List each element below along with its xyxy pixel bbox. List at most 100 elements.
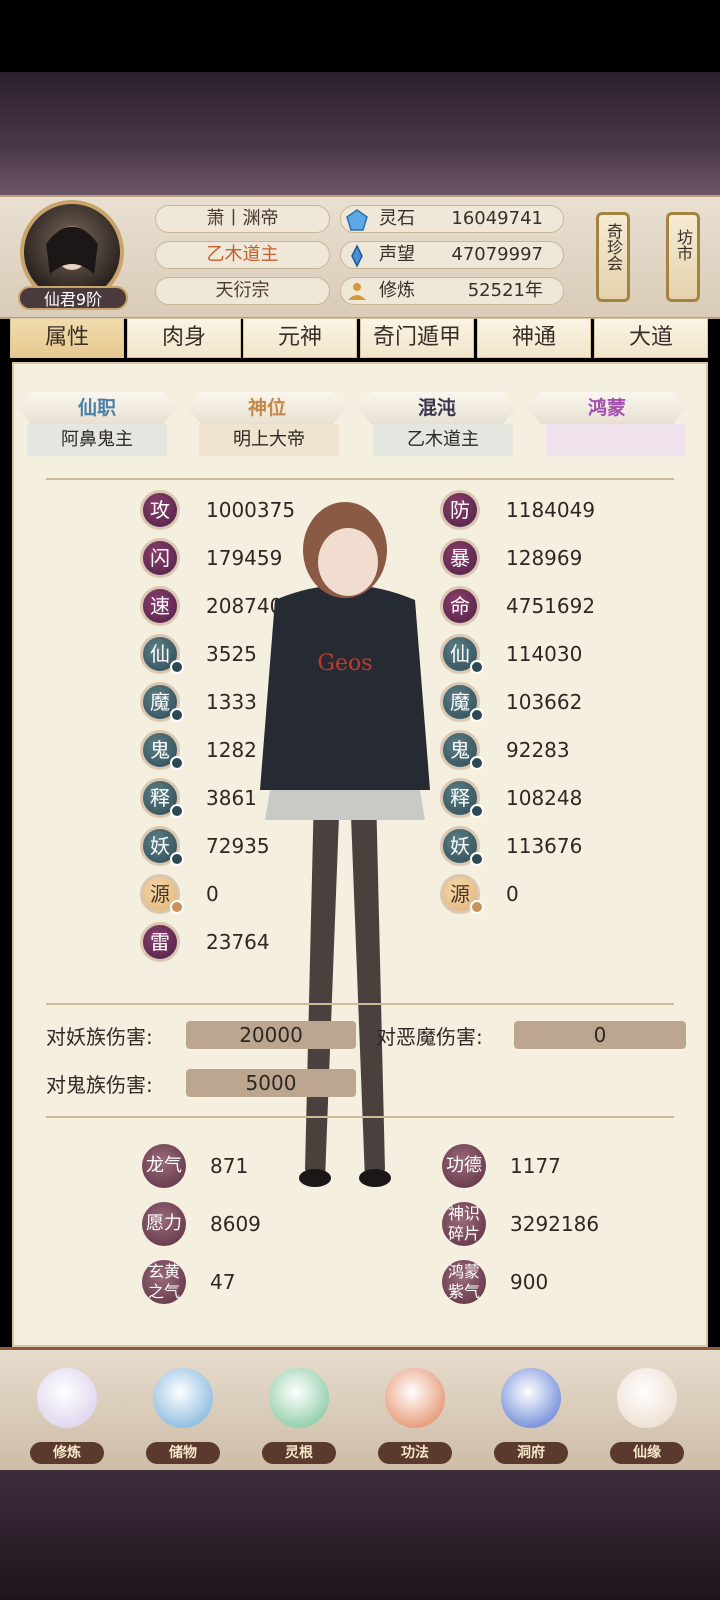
bottom-background: [0, 1470, 720, 1600]
market-button[interactable]: 坊市: [666, 212, 700, 302]
tab-body[interactable]: 肉身: [127, 318, 241, 358]
damage-vs-demon-race-label: 对妖族伤害:: [46, 1025, 153, 1049]
stat-subtype-icon: [470, 708, 484, 722]
nav-label: 仙缘: [610, 1442, 684, 1464]
stat-value: 108248: [506, 786, 583, 810]
stat-subtype-icon: [170, 660, 184, 674]
immortal-post-value: 阿鼻鬼主: [27, 424, 167, 456]
nav-cave-icon: [501, 1368, 561, 1428]
special-resource-icon[interactable]: 鸿蒙紫气: [442, 1260, 486, 1304]
divider: [46, 1116, 674, 1118]
nav-label: 洞府: [494, 1442, 568, 1464]
nav-cultivate-button[interactable]: 修炼: [22, 1368, 112, 1468]
damage-vs-devil-value: 0: [514, 1021, 686, 1049]
stat-subtype-icon: [470, 660, 484, 674]
stat-icon[interactable]: 速: [140, 586, 180, 626]
tab-spirit[interactable]: 元神: [243, 318, 357, 358]
resource-label: 修炼: [379, 280, 415, 301]
stat-subtype-icon: [470, 900, 484, 914]
stat-value: 114030: [506, 642, 583, 666]
rank-badge: 仙君9阶: [18, 286, 128, 310]
special-resource-value: 3292186: [510, 1212, 600, 1236]
stat-value: 0: [506, 882, 519, 906]
nav-techniques-button[interactable]: 功法: [370, 1368, 460, 1468]
special-resource-value: 47: [210, 1270, 236, 1294]
nav-storage-button[interactable]: 储物: [138, 1368, 228, 1468]
damage-vs-ghost-value: 5000: [186, 1069, 356, 1097]
divider: [46, 478, 674, 480]
rank-tab-label: 神位: [188, 392, 346, 424]
special-resource-icon[interactable]: 愿力: [142, 1202, 186, 1246]
stat-subtype-icon: [470, 756, 484, 770]
spirit-stone-icon: [346, 209, 368, 231]
divider: [46, 1003, 674, 1005]
cultivation-display[interactable]: 修炼 52521年: [340, 277, 564, 305]
character-figure: Geos: [260, 502, 430, 1187]
nav-spirit-root-icon: [269, 1368, 329, 1428]
stat-icon[interactable]: 攻: [140, 490, 180, 530]
stat-value: 1184049: [506, 498, 596, 522]
tab-qimen[interactable]: 奇门遁甲: [360, 318, 474, 358]
svg-text:Geos: Geos: [317, 651, 372, 676]
special-resource-icon[interactable]: 玄黄之气: [142, 1260, 186, 1304]
nav-cave-button[interactable]: 洞府: [486, 1368, 576, 1468]
treasure-auction-label: 奇珍会: [604, 223, 623, 271]
stat-icon[interactable]: 闪: [140, 538, 180, 578]
special-resource-value: 900: [510, 1270, 549, 1294]
nav-label: 修炼: [30, 1442, 104, 1464]
reputation-display[interactable]: 声望 47079997: [340, 241, 564, 269]
treasure-auction-button[interactable]: 奇珍会: [596, 212, 630, 302]
nav-label: 灵根: [262, 1442, 336, 1464]
nav-fate-icon: [617, 1368, 677, 1428]
stat-subtype-icon: [470, 804, 484, 818]
stat-value: 103662: [506, 690, 583, 714]
special-resource-icon[interactable]: 神识碎片: [442, 1202, 486, 1246]
nav-spirit-root-button[interactable]: 灵根: [254, 1368, 344, 1468]
stat-subtype-icon: [170, 900, 184, 914]
rank-tab-primordial[interactable]: 鸿蒙: [528, 392, 686, 424]
reputation-icon: [351, 244, 363, 268]
primordial-value: [546, 424, 686, 456]
god-position-value: 明上大帝: [199, 424, 339, 456]
tab-divine-powers[interactable]: 神通: [477, 318, 591, 358]
nav-fate-button[interactable]: 仙缘: [602, 1368, 692, 1468]
player-title[interactable]: 乙木道主: [155, 241, 330, 269]
nav-label: 储物: [146, 1442, 220, 1464]
tab-attributes[interactable]: 属性: [10, 318, 124, 358]
special-resource-value: 871: [210, 1154, 249, 1178]
main-tabs: 属性 肉身 元神 奇门遁甲 神通 大道: [10, 318, 710, 360]
damage-vs-devil-label: 对恶魔伤害:: [376, 1025, 483, 1049]
rank-tab-label: 鸿蒙: [528, 392, 686, 424]
stat-value: 92283: [506, 738, 570, 762]
tab-dao[interactable]: 大道: [594, 318, 708, 358]
stat-value: 128969: [506, 546, 583, 570]
special-resource-icon[interactable]: 功德: [442, 1144, 486, 1188]
special-resource-value: 8609: [210, 1212, 261, 1236]
rank-tab-god-position[interactable]: 神位: [188, 392, 346, 424]
rank-tab-chaos[interactable]: 混沌: [358, 392, 516, 424]
player-sect[interactable]: 天衍宗: [155, 277, 330, 305]
stat-subtype-icon: [170, 756, 184, 770]
top-background: [0, 72, 720, 197]
nav-storage-icon: [153, 1368, 213, 1428]
stat-subtype-icon: [470, 852, 484, 866]
rank-tab-label: 混沌: [358, 392, 516, 424]
spirit-stone-display[interactable]: 灵石 16049741: [340, 205, 564, 233]
special-resource-icon[interactable]: 龙气: [142, 1144, 186, 1188]
chaos-value: 乙木道主: [373, 424, 513, 456]
resource-value: 52521年: [467, 280, 543, 301]
damage-vs-ghost-label: 对鬼族伤害:: [46, 1073, 153, 1097]
stat-value: 0: [206, 882, 219, 906]
damage-vs-demon-race-value: 20000: [186, 1021, 356, 1049]
special-resource-value: 1177: [510, 1154, 561, 1178]
nav-techniques-icon: [385, 1368, 445, 1428]
stat-subtype-icon: [170, 852, 184, 866]
rank-tab-immortal-post[interactable]: 仙职: [18, 392, 176, 424]
resource-value: 16049741: [451, 208, 543, 229]
cultivation-icon: [348, 283, 366, 300]
resource-value: 47079997: [451, 244, 543, 265]
resource-label: 灵石: [379, 208, 415, 229]
stat-icon[interactable]: 雷: [140, 922, 180, 962]
rank-tab-label: 仙职: [18, 392, 176, 424]
stat-subtype-icon: [170, 804, 184, 818]
